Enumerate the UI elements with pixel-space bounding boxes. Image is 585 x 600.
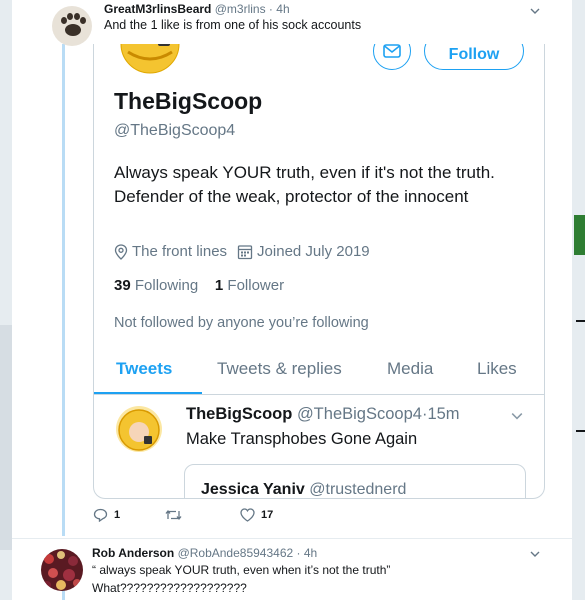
profile-meta: The front lines Joined July 2019 bbox=[114, 243, 380, 260]
tweet-header: GreatM3rlinsBeard @m3rlins · 4h bbox=[104, 2, 290, 16]
tweet-text-line-2: What??????????????????? bbox=[92, 581, 247, 595]
profile-name: TheBigScoop bbox=[114, 88, 263, 114]
tab-tweets[interactable]: Tweets bbox=[116, 359, 172, 379]
author-name[interactable]: Rob Anderson bbox=[92, 546, 174, 560]
top-tweet[interactable]: GreatM3rlinsBeard @m3rlins · 4h And the … bbox=[12, 0, 572, 46]
right-page-edge bbox=[572, 0, 585, 600]
reply-button[interactable]: 1 bbox=[93, 508, 120, 522]
follow-stats: 39 Following 1 Follower bbox=[114, 277, 284, 294]
avatar[interactable] bbox=[41, 549, 83, 591]
inner-tweet-header: TheBigScoop @TheBigScoop4·15m bbox=[186, 405, 460, 424]
author-handle[interactable]: @trustednerd bbox=[309, 481, 406, 498]
tab-media[interactable]: Media bbox=[387, 359, 433, 379]
tweet-text: And the 1 like is from one of his sock a… bbox=[104, 18, 362, 32]
profile-bio: Always speak YOUR truth, even if it's no… bbox=[114, 163, 495, 206]
chevron-down-icon[interactable] bbox=[530, 549, 540, 559]
reply-count: 1 bbox=[114, 509, 121, 521]
author-handle[interactable]: @m3rlins bbox=[215, 2, 266, 16]
reply-icon bbox=[93, 508, 108, 522]
chevron-down-icon[interactable] bbox=[530, 6, 540, 16]
separator-dot: · bbox=[268, 2, 273, 16]
bottom-tweet[interactable]: Rob Anderson @RobAnde85943462 · 4h “ alw… bbox=[12, 538, 572, 600]
separator-dot: · bbox=[296, 546, 301, 560]
tweet-actions: 1 17 bbox=[93, 508, 393, 528]
left-page-edge bbox=[0, 0, 12, 600]
active-tab-indicator bbox=[94, 392, 202, 394]
retweet-button[interactable] bbox=[165, 508, 188, 522]
profile-joined: Joined July 2019 bbox=[237, 243, 370, 260]
profile-card: Follow TheBigScoop @TheBigScoop4 Always … bbox=[93, 44, 545, 499]
message-button[interactable] bbox=[373, 44, 411, 70]
thread-connector-line bbox=[62, 44, 65, 536]
tweet-header: Rob Anderson @RobAnde85943462 · 4h bbox=[92, 546, 317, 560]
chevron-down-icon[interactable] bbox=[511, 410, 523, 422]
following-stat[interactable]: 39 Following bbox=[114, 277, 198, 294]
profile-handle: @TheBigScoop4 bbox=[114, 122, 236, 139]
location-pin-icon bbox=[114, 243, 128, 260]
quoted-tweet-header: Jessica Yaniv @trustednerd bbox=[201, 481, 406, 498]
calendar-icon bbox=[237, 244, 253, 259]
tweet-time[interactable]: 4h bbox=[304, 546, 317, 560]
profile-tabs: Tweets Tweets & replies Media Likes bbox=[94, 349, 544, 395]
inner-tweet-text: Make Transphobes Gone Again bbox=[186, 430, 418, 448]
like-button[interactable]: 17 bbox=[240, 508, 273, 522]
tweet-text-line-1: “ always speak YOUR truth, even when it’… bbox=[92, 563, 391, 577]
retweet-icon bbox=[165, 509, 182, 521]
profile-location: The front lines bbox=[114, 243, 227, 260]
quoted-tweet[interactable]: Jessica Yaniv @trustednerd bbox=[184, 464, 526, 498]
tweet-time[interactable]: 4h bbox=[276, 2, 289, 16]
not-followed-notice: Not followed by anyone you’re following bbox=[114, 315, 369, 331]
author-name[interactable]: GreatM3rlinsBeard bbox=[104, 2, 211, 16]
follow-button[interactable]: Follow bbox=[424, 44, 524, 70]
inner-tweet[interactable]: TheBigScoop @TheBigScoop4·15m Make Trans… bbox=[94, 396, 544, 498]
followers-stat[interactable]: 1 Follower bbox=[215, 277, 284, 294]
like-count: 17 bbox=[261, 509, 274, 521]
author-name[interactable]: TheBigScoop bbox=[186, 405, 292, 423]
tab-tweets-and-replies[interactable]: Tweets & replies bbox=[217, 359, 342, 379]
author-handle[interactable]: @TheBigScoop4 bbox=[297, 405, 422, 423]
heart-icon bbox=[240, 508, 255, 522]
tweet-time[interactable]: 15m bbox=[427, 405, 459, 423]
mail-icon bbox=[383, 44, 401, 58]
tab-likes[interactable]: Likes bbox=[477, 359, 517, 379]
author-handle[interactable]: @RobAnde85943462 bbox=[178, 546, 294, 560]
avatar[interactable] bbox=[116, 406, 162, 452]
author-name[interactable]: Jessica Yaniv bbox=[201, 481, 305, 498]
profile-avatar[interactable] bbox=[120, 44, 180, 74]
avatar[interactable] bbox=[52, 6, 92, 46]
